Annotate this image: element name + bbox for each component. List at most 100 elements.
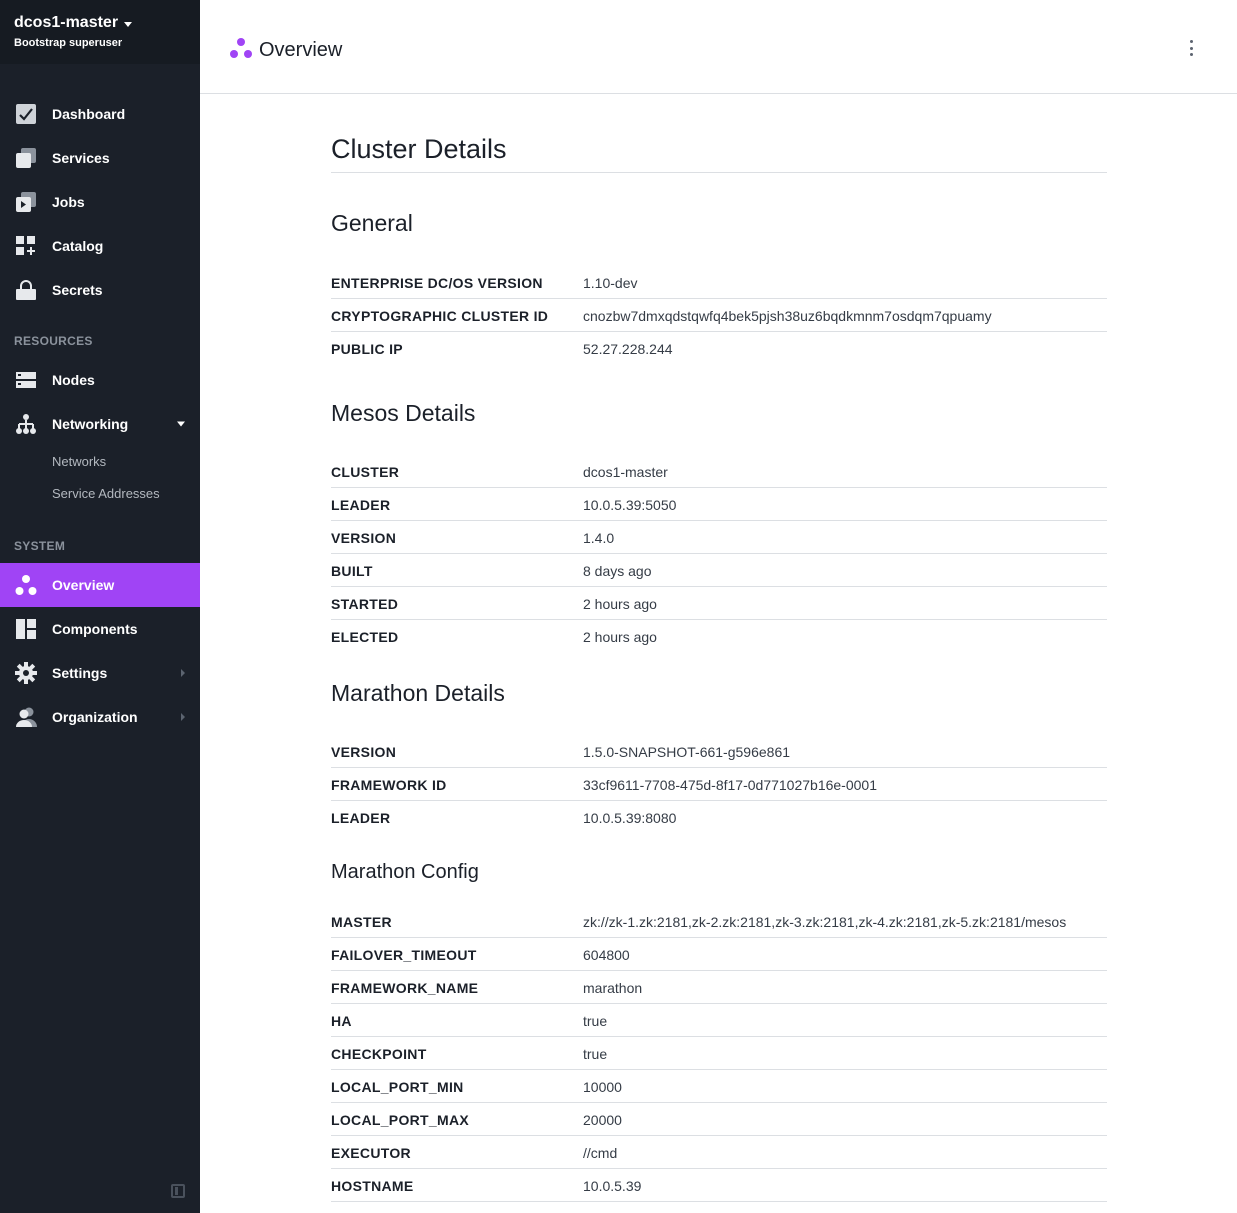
detail-value: 10.0.5.39:8080 <box>583 810 677 826</box>
sidebar-collapse-icon[interactable] <box>171 1184 185 1198</box>
detail-value: //cmd <box>583 1145 618 1161</box>
detail-row: BUILT 8 days ago <box>331 554 1107 587</box>
detail-key: VERSION <box>331 530 397 546</box>
detail-row: HA true <box>331 1004 1107 1037</box>
chevron-down-icon <box>177 421 185 427</box>
detail-key: ELECTED <box>331 629 399 645</box>
organization-icon <box>14 705 38 729</box>
detail-key: MASTER <box>331 914 392 930</box>
detail-key: EXECUTOR <box>331 1145 411 1161</box>
detail-row: ELECTED 2 hours ago <box>331 620 1107 653</box>
section-label-resources: RESOURCES <box>14 334 93 348</box>
jobs-icon <box>14 190 38 214</box>
detail-key: ENTERPRISE DC/OS VERSION <box>331 275 543 291</box>
detail-value: 1.5.0-SNAPSHOT-661-g596e861 <box>583 744 791 760</box>
sidebar-item-label: Networking <box>52 416 129 432</box>
detail-row: PUBLIC IP 52.27.228.244 <box>331 332 1107 365</box>
nodes-icon <box>14 368 38 392</box>
divider <box>331 172 1107 173</box>
sidebar-item-label: Secrets <box>52 282 103 298</box>
page-header: Overview <box>200 0 1237 94</box>
sidebar: dcos1-master Bootstrap superuser Dashboa… <box>0 0 200 1213</box>
section-label-system: SYSTEM <box>14 539 66 553</box>
dashboard-icon <box>14 102 38 126</box>
detail-key: LEADER <box>331 497 391 513</box>
detail-value: 20000 <box>583 1112 622 1128</box>
overview-icon <box>229 36 253 65</box>
cluster-dropdown[interactable]: dcos1-master <box>14 14 186 32</box>
detail-value: true <box>583 1013 608 1029</box>
chevron-right-icon <box>181 713 185 721</box>
detail-key: BUILT <box>331 563 373 579</box>
sidebar-item-dashboard[interactable]: Dashboard <box>0 92 200 136</box>
detail-key: HA <box>331 1013 352 1029</box>
overview-icon <box>14 573 38 597</box>
sidebar-subitem-networks[interactable]: Networks <box>52 454 106 469</box>
sidebar-item-organization[interactable]: Organization <box>0 695 200 739</box>
detail-row: CRYPTOGRAPHIC CLUSTER ID cnozbw7dmxqdstq… <box>331 299 1107 332</box>
detail-row: FRAMEWORK ID 33cf9611-7708-475d-8f17-0d7… <box>331 768 1107 801</box>
detail-value: marathon <box>583 980 643 996</box>
detail-value: 10.0.5.39 <box>583 1178 642 1194</box>
cluster-user: Bootstrap superuser <box>14 37 123 49</box>
detail-value: 604800 <box>583 947 630 963</box>
detail-value: 33cf9611-7708-475d-8f17-0d771027b16e-000… <box>583 777 877 793</box>
sidebar-item-catalog[interactable]: Catalog <box>0 224 200 268</box>
sidebar-item-label: Components <box>52 621 138 637</box>
more-options-icon[interactable] <box>1188 40 1194 56</box>
detail-row: HOSTNAME 10.0.5.39 <box>331 1169 1107 1202</box>
detail-row: LEADER 10.0.5.39:8080 <box>331 801 1107 834</box>
detail-key: LOCAL_PORT_MAX <box>331 1112 469 1128</box>
detail-key: FRAMEWORK ID <box>331 777 447 793</box>
detail-row: LOCAL_PORT_MAX 20000 <box>331 1103 1107 1136</box>
cluster-name: dcos1-master <box>14 14 119 31</box>
chevron-right-icon <box>181 669 185 677</box>
cluster-header[interactable]: dcos1-master Bootstrap superuser <box>0 0 200 64</box>
sidebar-item-settings[interactable]: Settings <box>0 651 200 695</box>
sidebar-item-label: Catalog <box>52 238 104 254</box>
section-heading-marathon: Marathon Details <box>331 680 505 706</box>
detail-key: CHECKPOINT <box>331 1046 427 1062</box>
sidebar-item-jobs[interactable]: Jobs <box>0 180 200 224</box>
section-heading-marathon-config: Marathon Config <box>331 861 479 883</box>
detail-key: LOCAL_PORT_MIN <box>331 1079 464 1095</box>
detail-row: MASTER zk://zk-1.zk:2181,zk-2.zk:2181,zk… <box>331 905 1107 938</box>
detail-value: 8 days ago <box>583 563 652 579</box>
lock-icon <box>14 278 38 302</box>
detail-key: STARTED <box>331 596 399 612</box>
sidebar-item-nodes[interactable]: Nodes <box>0 358 200 402</box>
section-heading-mesos: Mesos Details <box>331 400 476 426</box>
sidebar-item-networking[interactable]: Networking <box>0 402 200 446</box>
cluster-details-title: Cluster Details <box>331 134 507 164</box>
detail-row: LOCAL_PORT_MIN 10000 <box>331 1070 1107 1103</box>
detail-row: LEADER 10.0.5.39:5050 <box>331 488 1107 521</box>
detail-value: true <box>583 1046 608 1062</box>
sidebar-item-components[interactable]: Components <box>0 607 200 651</box>
detail-key: CRYPTOGRAPHIC CLUSTER ID <box>331 308 549 324</box>
detail-value: cnozbw7dmxqdstqwfq4bek5pjsh38uz6bqdkmnm7… <box>583 308 992 324</box>
sidebar-item-services[interactable]: Services <box>0 136 200 180</box>
sidebar-item-secrets[interactable]: Secrets <box>0 268 200 312</box>
detail-row: STARTED 2 hours ago <box>331 587 1107 620</box>
components-icon <box>14 617 38 641</box>
sidebar-item-label: Jobs <box>52 194 85 210</box>
detail-value: 2 hours ago <box>583 629 657 645</box>
catalog-icon <box>14 234 38 258</box>
sidebar-item-label: Services <box>52 150 110 166</box>
sidebar-item-label: Dashboard <box>52 106 126 122</box>
page-title: Overview <box>229 36 342 65</box>
detail-key: VERSION <box>331 744 397 760</box>
detail-value: 10000 <box>583 1079 622 1095</box>
sidebar-subitem-service-addresses[interactable]: Service Addresses <box>52 486 160 501</box>
detail-key: FRAMEWORK_NAME <box>331 980 479 996</box>
detail-row: EXECUTOR //cmd <box>331 1136 1107 1169</box>
detail-row: VERSION 1.5.0-SNAPSHOT-661-g596e861 <box>331 735 1107 768</box>
sidebar-item-overview[interactable]: Overview <box>0 563 200 607</box>
sidebar-item-label: Nodes <box>52 372 95 388</box>
detail-row: CHECKPOINT true <box>331 1037 1107 1070</box>
detail-key: HOSTNAME <box>331 1178 414 1194</box>
detail-key: CLUSTER <box>331 464 400 480</box>
detail-value: 2 hours ago <box>583 596 657 612</box>
detail-key: LEADER <box>331 810 391 826</box>
sidebar-item-label: Overview <box>52 577 115 593</box>
